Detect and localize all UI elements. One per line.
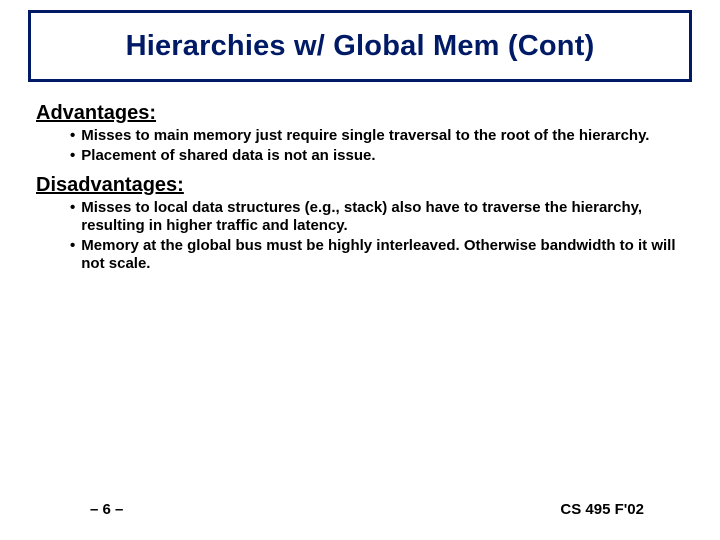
slide-title: Hierarchies w/ Global Mem (Cont) bbox=[126, 30, 595, 63]
disadvantages-heading: Disadvantages: bbox=[36, 174, 692, 197]
bullet-text: Misses to main memory just require singl… bbox=[81, 127, 692, 145]
list-item: • Placement of shared data is not an iss… bbox=[70, 147, 692, 165]
list-item: • Memory at the global bus must be highl… bbox=[70, 237, 692, 274]
advantages-heading: Advantages: bbox=[36, 102, 692, 125]
slide: Hierarchies w/ Global Mem (Cont) Advanta… bbox=[0, 0, 720, 540]
bullet-text: Placement of shared data is not an issue… bbox=[81, 147, 692, 165]
bullet-icon: • bbox=[70, 127, 75, 145]
bullet-icon: • bbox=[70, 199, 75, 236]
page-number: – 6 – bbox=[90, 501, 123, 518]
slide-body: Advantages: • Misses to main memory just… bbox=[36, 100, 692, 282]
advantages-bullets: • Misses to main memory just require sin… bbox=[70, 127, 692, 166]
list-item: • Misses to local data structures (e.g.,… bbox=[70, 199, 692, 236]
bullet-icon: • bbox=[70, 237, 75, 274]
list-item: • Misses to main memory just require sin… bbox=[70, 127, 692, 145]
bullet-text: Misses to local data structures (e.g., s… bbox=[81, 199, 692, 236]
bullet-icon: • bbox=[70, 147, 75, 165]
disadvantages-bullets: • Misses to local data structures (e.g.,… bbox=[70, 199, 692, 274]
course-label: CS 495 F'02 bbox=[560, 501, 644, 518]
bullet-text: Memory at the global bus must be highly … bbox=[81, 237, 692, 274]
title-box: Hierarchies w/ Global Mem (Cont) bbox=[28, 10, 692, 82]
